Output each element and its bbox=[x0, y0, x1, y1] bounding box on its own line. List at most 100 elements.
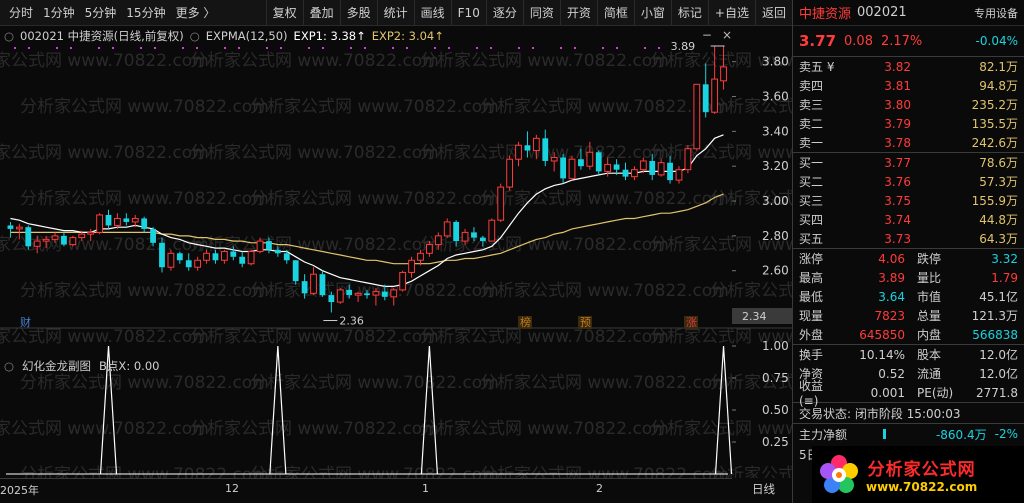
period-btn-3[interactable]: 15分钟 bbox=[121, 0, 170, 26]
period-btn-4[interactable]: 更多 〉 bbox=[171, 0, 221, 26]
tool-btn-4[interactable]: 画线 bbox=[413, 0, 451, 26]
x-label-dec: 12 bbox=[225, 482, 239, 495]
sector-name[interactable]: 专用设备 bbox=[974, 5, 1018, 21]
sub-axis-label: 0.75 bbox=[762, 371, 789, 385]
stat-row: 最高 3.89 量比 1.79 bbox=[793, 268, 1024, 287]
price-axis-label: 3.80 bbox=[762, 55, 789, 69]
kline-chart-area[interactable]: ○ 002021 中捷资源(日线,前复权) ○ EXPMA(12,50) EXP… bbox=[0, 26, 792, 503]
buy-row[interactable]: 买五 3.73 64.3万 bbox=[793, 229, 1024, 248]
watermark-text: 分析家公式网 www.70822.com bbox=[20, 189, 269, 209]
signal-dot bbox=[434, 47, 436, 49]
candle-body-down bbox=[479, 237, 486, 242]
candle-body-down bbox=[230, 251, 237, 257]
tool-btn-1[interactable]: 叠加 bbox=[302, 0, 340, 26]
book-price: 3.82 bbox=[884, 59, 911, 74]
signal-dot bbox=[574, 47, 576, 49]
signal-dot bbox=[322, 47, 324, 49]
signal-dot bbox=[476, 47, 478, 49]
sell-row[interactable]: 卖一 3.78 242.6万 bbox=[793, 133, 1024, 152]
sub-legend-circle-icon[interactable]: ○ bbox=[4, 359, 14, 373]
candle-body-up bbox=[532, 137, 540, 152]
main-flow-pct: -2% bbox=[994, 427, 1018, 441]
tool-btn-9[interactable]: 简框 bbox=[596, 0, 634, 26]
candle-body-up bbox=[203, 252, 210, 261]
stat-value: 645850 bbox=[859, 327, 905, 342]
sub-axis-label: 1.00 bbox=[762, 339, 789, 353]
candle-body-down bbox=[453, 221, 460, 242]
book-label: 卖五 ¥ bbox=[799, 60, 835, 74]
candle-body-down bbox=[560, 157, 566, 179]
candle-body-up bbox=[131, 217, 139, 223]
book-volume: 44.8万 bbox=[979, 213, 1018, 227]
book-price: 3.73 bbox=[884, 231, 911, 246]
watermark-text: 分析家公式网 www.70822.com bbox=[420, 419, 669, 439]
tool-btn-2[interactable]: 多股 bbox=[339, 0, 377, 26]
tool-btn-10[interactable]: 小窗 bbox=[633, 0, 671, 26]
book-volume: 64.3万 bbox=[979, 232, 1018, 246]
book-volume: 94.8万 bbox=[979, 79, 1018, 93]
buy-row[interactable]: 买二 3.76 57.3万 bbox=[793, 172, 1024, 191]
stat-row: 涨停 4.06 跌停 3.32 bbox=[793, 249, 1024, 268]
tool-btn-6[interactable]: 逐分 bbox=[485, 0, 523, 26]
sub-spike bbox=[269, 345, 287, 475]
tool-btn-0[interactable]: 复权 bbox=[265, 0, 303, 26]
book-volume: 242.6万 bbox=[971, 136, 1018, 150]
candle-body-up bbox=[434, 235, 442, 246]
chart-canvas: 分析家公式网 www.70822.com分析家公式网 www.70822.com… bbox=[0, 40, 792, 478]
chart-marker: 榜 bbox=[520, 315, 531, 329]
chart-marker: 预 bbox=[580, 316, 591, 329]
candle-body-up bbox=[675, 169, 683, 181]
fundamental-stats: 换手 10.14% 股本 12.0亿 净资 0.52 流通 12.0亿 收益(≡) 0.001 PE… bbox=[793, 345, 1024, 409]
logo-url: www.70822.com bbox=[866, 480, 978, 494]
candle-body-up bbox=[711, 78, 719, 113]
sell-row[interactable]: 卖二 3.79 135.5万 bbox=[793, 114, 1024, 133]
watermark-text: 分析家公式网 www.70822.com bbox=[250, 373, 499, 393]
candle-body-up bbox=[15, 226, 23, 230]
buy-row[interactable]: 买一 3.77 78.6万 bbox=[793, 153, 1024, 172]
stock-name[interactable]: 中捷资源 bbox=[799, 3, 851, 22]
chart-marker: 财 bbox=[20, 315, 31, 329]
stock-code: 002021 bbox=[857, 5, 907, 20]
candle-body-up bbox=[372, 291, 380, 296]
stat-label: 外盘 bbox=[799, 328, 824, 342]
book-price: 3.78 bbox=[884, 135, 911, 150]
buy-row[interactable]: 买三 3.75 155.9万 bbox=[793, 191, 1024, 210]
book-label: 卖三 bbox=[799, 98, 824, 112]
book-price: 3.80 bbox=[884, 97, 911, 112]
candle-body-up bbox=[247, 251, 255, 265]
sell-row[interactable]: 卖四 3.81 94.8万 bbox=[793, 76, 1024, 95]
candle-body-up bbox=[194, 259, 202, 268]
tool-btn-11[interactable]: 标记 bbox=[670, 0, 708, 26]
candle-body-up bbox=[604, 163, 612, 172]
tool-btn-5[interactable]: F10 bbox=[450, 0, 486, 26]
watermark-text: 分析家公式网 www.70822.com bbox=[190, 419, 439, 439]
sub-legend-name: 幻化金龙副图 bbox=[22, 359, 92, 373]
tool-btn-12[interactable]: +自选 bbox=[707, 0, 755, 26]
watermark-text: 分析家公式网 www.70822.com bbox=[20, 465, 269, 478]
low-annotation: 2.36 bbox=[339, 315, 364, 328]
candle-body-down bbox=[141, 218, 148, 229]
sell-row[interactable]: 卖五 ¥ 3.82 82.1万 bbox=[793, 57, 1024, 76]
quote-header: 中捷资源 002021 专用设备 bbox=[793, 0, 1024, 26]
stat-row: 现量 7823 总量 121.3万 bbox=[793, 306, 1024, 325]
stat-row: 收益(≡) 0.001 PE(动) 2771.8 bbox=[793, 379, 1024, 408]
tool-btn-7[interactable]: 同资 bbox=[522, 0, 560, 26]
period-btn-0[interactable]: 分时 bbox=[4, 0, 38, 26]
candle-body-down bbox=[613, 164, 620, 170]
signal-dot bbox=[112, 47, 114, 49]
watermark-text: 分析家公式网 www.70822.com bbox=[710, 465, 792, 478]
period-day-button[interactable]: 日线 bbox=[752, 481, 775, 497]
stat-label: 最低 bbox=[799, 290, 824, 304]
sell-row[interactable]: 卖三 3.80 235.2万 bbox=[793, 95, 1024, 114]
candle-body-down bbox=[328, 295, 335, 303]
price-axis-label: 3.00 bbox=[762, 194, 789, 208]
buy-row[interactable]: 买四 3.74 44.8万 bbox=[793, 210, 1024, 229]
price-axis-label: 3.40 bbox=[762, 124, 789, 138]
candle-body-up bbox=[550, 156, 558, 162]
tool-btn-3[interactable]: 统计 bbox=[376, 0, 414, 26]
tool-btn-13[interactable]: 返回 bbox=[754, 0, 792, 26]
candle-body-down bbox=[542, 138, 549, 161]
tool-btn-8[interactable]: 开资 bbox=[559, 0, 597, 26]
period-btn-2[interactable]: 5分钟 bbox=[80, 0, 122, 26]
period-btn-1[interactable]: 1分钟 bbox=[38, 0, 80, 26]
